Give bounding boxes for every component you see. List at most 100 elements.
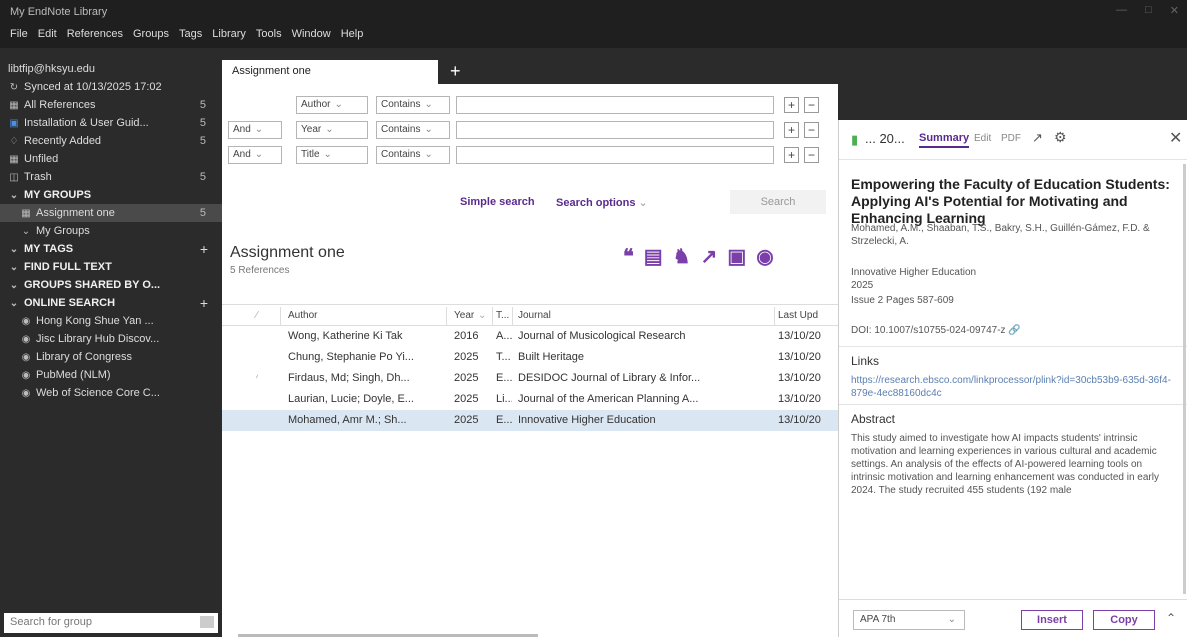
export-icon[interactable]: ↗	[701, 244, 718, 269]
cell-journal: Journal of the American Planning A...	[518, 393, 699, 405]
sidebar-item-installation-guide[interactable]: ▣ Installation & User Guid... 5	[0, 114, 222, 132]
section-find-full-text[interactable]: ⌄ FIND FULL TEXT	[0, 258, 222, 276]
trash-icon: ◫	[9, 171, 19, 183]
search-term-input-1[interactable]	[456, 96, 774, 114]
gear-icon[interactable]: ⚙	[1054, 129, 1067, 146]
add-online-search-icon[interactable]: +	[200, 295, 208, 311]
minimize-icon[interactable]: —	[1116, 4, 1127, 17]
attachment-column-icon[interactable]: ∕	[256, 310, 258, 321]
table-row[interactable]: Chung, Stephanie Po Yi... 2025 T... Built H…	[222, 347, 838, 368]
sidebar-item-online-1[interactable]: ◉ Hong Kong Shue Yan ...	[0, 312, 222, 330]
menu-tags[interactable]: Tags	[179, 28, 202, 44]
search-term-input-3[interactable]	[456, 146, 774, 164]
sidebar-item-online-2[interactable]: ◉ Jisc Library Hub Discov...	[0, 330, 222, 348]
menu-edit[interactable]: Edit	[38, 28, 57, 44]
sidebar-item-all-references[interactable]: ▦ All References 5	[0, 96, 222, 114]
cell-journal: Innovative Higher Education	[518, 414, 656, 426]
share-user-icon[interactable]: ♞	[673, 244, 691, 269]
reference-table: ∕ Author Year ⌄ T... Journal Last Upd Wo…	[222, 304, 838, 431]
tab-pdf[interactable]: PDF	[1001, 133, 1021, 144]
window-titlebar: My EndNote Library — □ ✕	[0, 0, 1187, 24]
panel-scrollbar[interactable]	[1183, 164, 1186, 594]
globe-icon: ◉	[21, 315, 31, 327]
link-icon[interactable]: 🔗	[1008, 325, 1020, 336]
column-journal[interactable]: Journal	[518, 310, 551, 321]
column-type[interactable]: T...	[496, 310, 509, 321]
close-window-icon[interactable]: ✕	[1170, 4, 1179, 17]
menu-groups[interactable]: Groups	[133, 28, 169, 44]
reference-link[interactable]: https://research.ebsco.com/linkprocessor…	[851, 374, 1171, 400]
menu-file[interactable]: File	[10, 28, 28, 44]
menu-tools[interactable]: Tools	[256, 28, 282, 44]
operator-select-1[interactable]: Contains ⌄	[376, 96, 450, 114]
insert-button[interactable]: Insert	[1021, 610, 1083, 630]
search-options-link[interactable]: Search options ⌄	[556, 196, 648, 209]
search-links: Simple search Search options ⌄ Search	[222, 190, 838, 214]
remove-row-button-3[interactable]: −	[804, 147, 819, 163]
field-select-3[interactable]: Title ⌄	[296, 146, 368, 164]
boolean-select-2[interactable]: And ⌄	[228, 121, 282, 139]
section-my-groups[interactable]: ⌄ MY GROUPS	[0, 186, 222, 204]
add-row-button-3[interactable]: +	[784, 147, 799, 163]
field-select-2[interactable]: Year ⌄	[296, 121, 368, 139]
add-tag-icon[interactable]: +	[200, 241, 208, 257]
tab-summary[interactable]: Summary	[919, 132, 970, 148]
globe-icon: ◉	[21, 351, 31, 363]
tab-assignment-one[interactable]: Assignment one	[222, 60, 438, 84]
remove-row-button-2[interactable]: −	[804, 122, 819, 138]
citation-style-select[interactable]: APA 7th ⌄	[853, 610, 965, 630]
sync-status[interactable]: ↻ Synced at 10/13/2025 17:02	[0, 78, 222, 96]
search-row-2: And ⌄ Year ⌄ Contains ⌄ + −	[222, 121, 838, 143]
panel-toolbar: ▮ ... 20... Summary Edit PDF ↗ ⚙ ✕	[839, 120, 1187, 160]
reference-doi: DOI: 10.1007/s10755-024-09747-z 🔗	[851, 325, 1021, 336]
column-last-updated[interactable]: Last Upd	[778, 310, 818, 321]
menu-references[interactable]: References	[67, 28, 123, 44]
tab-edit[interactable]: Edit	[974, 133, 991, 144]
section-groups-shared[interactable]: ⌄ GROUPS SHARED BY O...	[0, 276, 222, 294]
boolean-select-3[interactable]: And ⌄	[228, 146, 282, 164]
cell-updated: 13/10/20	[778, 372, 821, 384]
chevron-up-icon[interactable]: ⌃	[1166, 611, 1176, 625]
sidebar-item-online-5[interactable]: ◉ Web of Science Core C...	[0, 384, 222, 402]
section-online-search[interactable]: ⌄ ONLINE SEARCH +	[0, 294, 222, 312]
online-icon[interactable]: ◉	[756, 244, 773, 269]
cite-icon[interactable]: ❝	[623, 244, 634, 269]
section-my-tags[interactable]: ⌄ MY TAGS +	[0, 240, 222, 258]
open-external-icon[interactable]: ↗	[1032, 130, 1043, 146]
sidebar-item-trash[interactable]: ◫ Trash 5	[0, 168, 222, 186]
close-icon[interactable]: ✕	[1169, 128, 1182, 148]
table-row[interactable]: Wong, Katherine Ki Tak 2016 A... Journal of…	[222, 326, 838, 347]
table-row[interactable]: Laurian, Lucie; Doyle, E... 2025 Li... Jour…	[222, 389, 838, 410]
sidebar-item-recently-added[interactable]: ♢ Recently Added 5	[0, 132, 222, 150]
search-term-input-2[interactable]	[456, 121, 774, 139]
menu-window[interactable]: Window	[292, 28, 331, 44]
column-author[interactable]: Author	[288, 310, 317, 321]
group-search-input[interactable]: Search for group	[4, 613, 218, 633]
add-row-button-2[interactable]: +	[784, 122, 799, 138]
table-row[interactable]: Mohamed, Amr M.; Sh... 2025 E... Innovative…	[222, 410, 838, 431]
sidebar-item-online-3[interactable]: ◉ Library of Congress	[0, 348, 222, 366]
search-button[interactable]: Search	[730, 190, 826, 214]
column-year[interactable]: Year	[454, 310, 474, 321]
remove-row-button-1[interactable]: −	[804, 97, 819, 113]
field-select-1[interactable]: Author ⌄	[296, 96, 368, 114]
sidebar-item-assignment-one[interactable]: ▦ Assignment one 5	[0, 204, 222, 222]
cell-type: Li...	[496, 393, 512, 405]
sync-icon: ↻	[9, 81, 19, 93]
sidebar-item-my-groups[interactable]: ⌄ My Groups	[0, 222, 222, 240]
pdf-icon[interactable]: ▣	[727, 244, 746, 269]
copy-button[interactable]: Copy	[1093, 610, 1155, 630]
operator-select-3[interactable]: Contains ⌄	[376, 146, 450, 164]
operator-select-2[interactable]: Contains ⌄	[376, 121, 450, 139]
table-row[interactable]: ∕ Firdaus, Md; Singh, Dh... 2025 E... DESIDO…	[222, 368, 838, 389]
search-icon[interactable]	[200, 616, 214, 628]
sidebar-item-online-4[interactable]: ◉ PubMed (NLM)	[0, 366, 222, 384]
sidebar-item-unfiled[interactable]: ▦ Unfiled	[0, 150, 222, 168]
add-row-button-1[interactable]: +	[784, 97, 799, 113]
add-to-group-icon[interactable]: ▤	[644, 244, 663, 269]
menu-help[interactable]: Help	[341, 28, 364, 44]
menu-library[interactable]: Library	[212, 28, 246, 44]
simple-search-link[interactable]: Simple search	[460, 196, 535, 208]
maximize-icon[interactable]: □	[1145, 4, 1152, 17]
add-tab-icon[interactable]: +	[450, 61, 461, 82]
